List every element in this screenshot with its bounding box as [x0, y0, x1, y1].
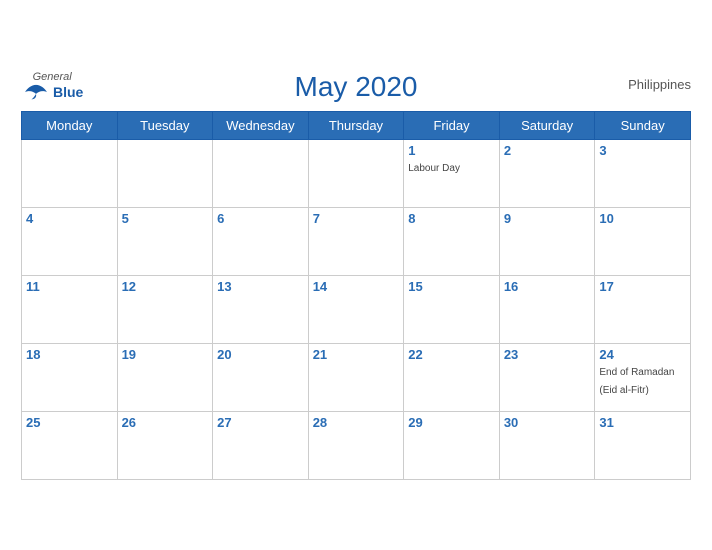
header-saturday: Saturday [499, 111, 595, 139]
day-number: 27 [217, 415, 304, 430]
calendar-cell: 25 [22, 411, 118, 479]
calendar-cell: 12 [117, 275, 213, 343]
calendar-cell [117, 139, 213, 207]
calendar-country: Philippines [628, 77, 691, 92]
header-tuesday: Tuesday [117, 111, 213, 139]
day-number: 28 [313, 415, 400, 430]
calendar-cell: 3 [595, 139, 691, 207]
day-number: 2 [504, 143, 591, 158]
day-event: End of Ramadan (Eid al-Fitr) [599, 367, 674, 396]
calendar-week-row: 1 Labour Day 23 [22, 139, 691, 207]
day-number: 16 [504, 279, 591, 294]
calendar-cell: 18 [22, 343, 118, 411]
calendar-cell: 9 [499, 207, 595, 275]
day-number: 19 [122, 347, 209, 362]
day-number: 20 [217, 347, 304, 362]
calendar-header: General Blue May 2020 Philippines [21, 71, 691, 103]
calendar-title: May 2020 [295, 71, 418, 103]
calendar-cell: 15 [404, 275, 500, 343]
calendar-cell [22, 139, 118, 207]
day-number: 18 [26, 347, 113, 362]
calendar-cell: 5 [117, 207, 213, 275]
calendar-cell: 23 [499, 343, 595, 411]
day-number: 21 [313, 347, 400, 362]
logo-bird-icon [21, 83, 51, 103]
calendar-cell: 16 [499, 275, 595, 343]
day-event: Labour Day [408, 163, 460, 174]
calendar-cell: 17 [595, 275, 691, 343]
day-number: 8 [408, 211, 495, 226]
calendar-table: Monday Tuesday Wednesday Thursday Friday… [21, 111, 691, 480]
calendar-cell: 1 Labour Day [404, 139, 500, 207]
calendar-cell [213, 139, 309, 207]
header-monday: Monday [22, 111, 118, 139]
calendar-cell: 31 [595, 411, 691, 479]
calendar-week-row: 11 12 13 14 15 16 17 [22, 275, 691, 343]
day-number: 15 [408, 279, 495, 294]
day-number: 7 [313, 211, 400, 226]
day-number: 9 [504, 211, 591, 226]
header-thursday: Thursday [308, 111, 404, 139]
weekday-header-row: Monday Tuesday Wednesday Thursday Friday… [22, 111, 691, 139]
calendar-week-row: 25 26 27 28 29 30 31 [22, 411, 691, 479]
day-number: 30 [504, 415, 591, 430]
calendar-cell [308, 139, 404, 207]
calendar-week-row: 18 19 20 21 22 23 24 End of Ramadan (Eid al-Fit… [22, 343, 691, 411]
calendar-cell: 29 [404, 411, 500, 479]
day-number: 31 [599, 415, 686, 430]
calendar-cell: 6 [213, 207, 309, 275]
calendar-cell: 19 [117, 343, 213, 411]
calendar-body: 1 Labour Day 23 456789 10 11 12 13 14 15 16 17 18 19 2… [22, 139, 691, 479]
day-number: 24 [599, 347, 686, 362]
day-number: 10 [599, 211, 686, 226]
day-number: 13 [217, 279, 304, 294]
calendar-cell: 28 [308, 411, 404, 479]
day-number: 26 [122, 415, 209, 430]
calendar-cell: 7 [308, 207, 404, 275]
calendar-cell: 8 [404, 207, 500, 275]
day-number: 3 [599, 143, 686, 158]
calendar-cell: 22 [404, 343, 500, 411]
calendar-week-row: 456789 10 [22, 207, 691, 275]
day-number: 22 [408, 347, 495, 362]
day-number: 4 [26, 211, 113, 226]
calendar-cell: 11 [22, 275, 118, 343]
header-friday: Friday [404, 111, 500, 139]
logo: General Blue [21, 71, 83, 103]
calendar-cell: 10 [595, 207, 691, 275]
calendar-cell: 21 [308, 343, 404, 411]
day-number: 29 [408, 415, 495, 430]
calendar-cell: 30 [499, 411, 595, 479]
calendar-cell: 20 [213, 343, 309, 411]
day-number: 1 [408, 143, 495, 158]
header-sunday: Sunday [595, 111, 691, 139]
day-number: 11 [26, 279, 113, 294]
day-number: 17 [599, 279, 686, 294]
day-number: 14 [313, 279, 400, 294]
day-number: 12 [122, 279, 209, 294]
logo-general-text: General [33, 71, 72, 83]
day-number: 25 [26, 415, 113, 430]
calendar-cell: 26 [117, 411, 213, 479]
day-number: 6 [217, 211, 304, 226]
calendar-cell: 24 End of Ramadan (Eid al-Fitr) [595, 343, 691, 411]
calendar-cell: 4 [22, 207, 118, 275]
calendar-wrapper: General Blue May 2020 Philippines Monday… [11, 61, 701, 490]
calendar-cell: 27 [213, 411, 309, 479]
calendar-cell: 13 [213, 275, 309, 343]
day-number: 23 [504, 347, 591, 362]
header-wednesday: Wednesday [213, 111, 309, 139]
calendar-cell: 14 [308, 275, 404, 343]
day-number: 5 [122, 211, 209, 226]
logo-blue-text: Blue [53, 85, 83, 100]
calendar-cell: 2 [499, 139, 595, 207]
